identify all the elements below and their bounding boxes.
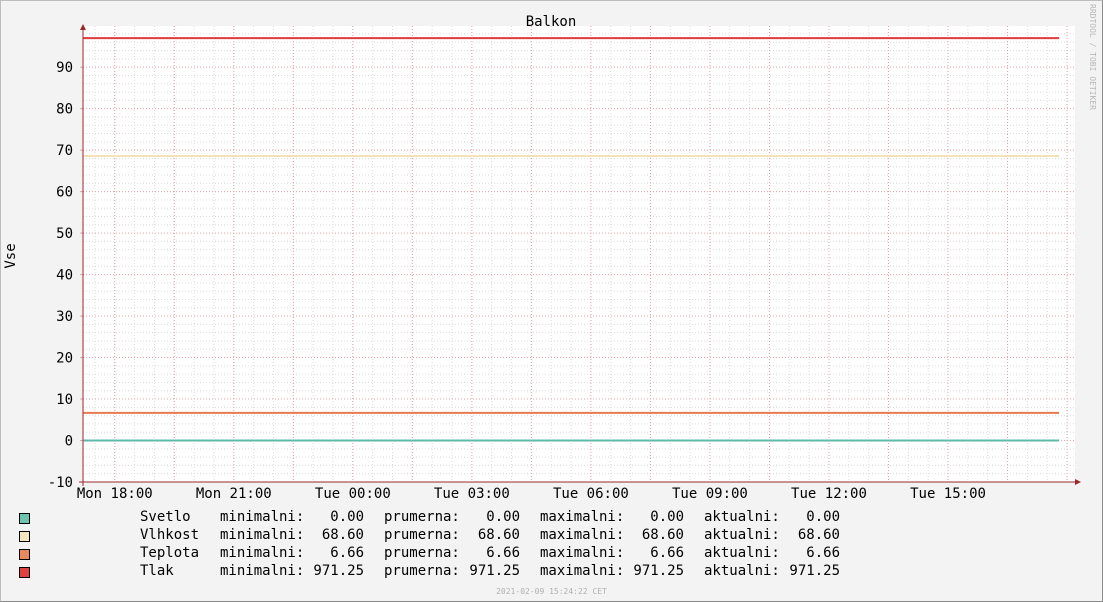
legend-min-value: 971.25: [313, 563, 364, 579]
y-tick-label: 40: [56, 268, 73, 284]
legend-cur-value: 971.25: [789, 563, 840, 579]
legend-avg-label: prumerna:: [384, 527, 460, 543]
legend-max-label: maximalni:: [540, 509, 625, 525]
legend-avg-label: prumerna:: [384, 509, 460, 525]
x-tick-label: Tue 06:00: [553, 486, 629, 502]
y-tick-label: 70: [56, 143, 73, 159]
x-tick-label: Tue 09:00: [672, 486, 748, 502]
y-axis-label: Vse: [3, 243, 19, 268]
legend-min-label: minimalni:: [220, 509, 305, 525]
legend-min-label: minimalni:: [220, 563, 305, 579]
x-tick-label: Tue 12:00: [791, 486, 867, 502]
legend-avg-value: 971.25: [469, 563, 520, 579]
y-tick-label: -10: [48, 475, 73, 491]
x-axis-arrow: [1075, 479, 1081, 485]
legend-min-value: 6.66: [330, 545, 364, 561]
legend-series-name: Vlhkost: [140, 527, 200, 543]
legend-max-value: 6.66: [650, 545, 684, 561]
watermark: RRDTOOL / TOBI OETIKER: [1088, 4, 1097, 110]
legend-series-name: Svetlo: [140, 509, 191, 525]
legend-swatch: [19, 531, 30, 542]
legend-cur-label: aktualni:: [704, 563, 780, 579]
y-tick-label: 50: [56, 226, 73, 242]
legend-max-label: maximalni:: [540, 527, 625, 543]
y-tick-label: 60: [56, 185, 73, 201]
legend-swatch: [19, 513, 30, 524]
y-tick-label: 0: [65, 434, 73, 450]
y-tick-label: 80: [56, 102, 73, 118]
legend-max-value: 971.25: [633, 563, 684, 579]
legend-max-value: 68.60: [641, 527, 684, 543]
legend-min-label: minimalni:: [220, 527, 305, 543]
chart-title: Balkon: [526, 14, 577, 30]
y-tick-label: 20: [56, 351, 73, 367]
y-tick-label: 90: [56, 60, 73, 76]
legend-cur-label: aktualni:: [704, 509, 780, 525]
legend-max-label: maximalni:: [540, 563, 625, 579]
y-tick-label: 10: [56, 392, 73, 408]
legend-avg-value: 6.66: [486, 545, 520, 561]
legend-avg-value: 68.60: [477, 527, 520, 543]
legend-swatch: [19, 567, 30, 578]
legend-cur-value: 0.00: [806, 509, 840, 525]
legend-series-name: Tlak: [140, 563, 174, 579]
legend-min-value: 68.60: [321, 527, 364, 543]
legend-min-value: 0.00: [330, 509, 364, 525]
legend-series-name: Teplota: [140, 545, 200, 561]
legend-swatch: [19, 549, 30, 560]
x-tick-label: Tue 00:00: [315, 486, 391, 502]
x-tick-label: Mon 18:00: [77, 486, 153, 502]
legend-cur-value: 6.66: [806, 545, 840, 561]
x-tick-label: Tue 03:00: [434, 486, 510, 502]
legend-avg-value: 0.00: [486, 509, 520, 525]
legend-cur-value: 68.60: [797, 527, 840, 543]
legend-max-value: 0.00: [650, 509, 684, 525]
legend-avg-label: prumerna:: [384, 563, 460, 579]
x-tick-label: Tue 15:00: [910, 486, 986, 502]
x-tick-label: Mon 21:00: [196, 486, 272, 502]
legend-avg-label: prumerna:: [384, 545, 460, 561]
legend-cur-label: aktualni:: [704, 545, 780, 561]
y-tick-label: 30: [56, 309, 73, 325]
legend-max-label: maximalni:: [540, 545, 625, 561]
legend-min-label: minimalni:: [220, 545, 305, 561]
timestamp: 2021-02-09 15:24:22 CET: [496, 587, 607, 596]
legend-cur-label: aktualni:: [704, 527, 780, 543]
